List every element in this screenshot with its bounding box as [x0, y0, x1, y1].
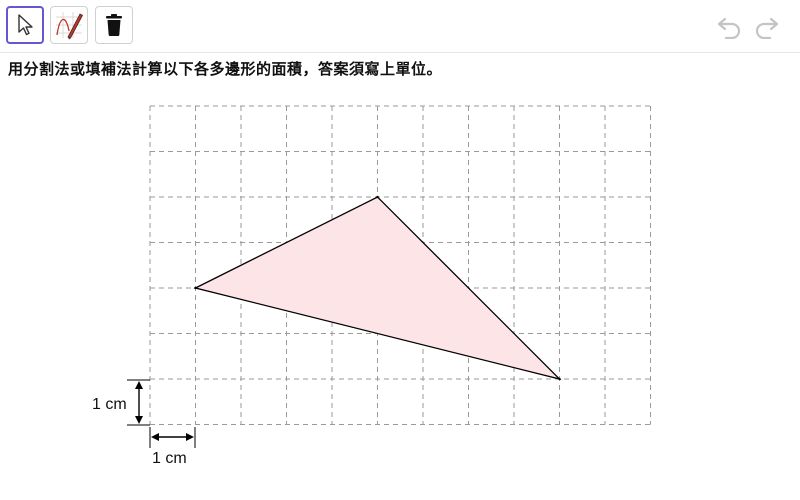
triangle-vertex — [376, 195, 379, 199]
vertical-scale-marker — [127, 379, 150, 426]
drawing-canvas[interactable]: 1 cm 1 cm — [0, 0, 800, 500]
vertical-scale-label: 1 cm — [92, 396, 127, 413]
triangle-vertex — [558, 377, 561, 381]
horizontal-scale-label: 1 cm — [152, 450, 187, 467]
triangle-vertex — [194, 286, 197, 290]
horizontal-scale-marker — [149, 427, 196, 448]
